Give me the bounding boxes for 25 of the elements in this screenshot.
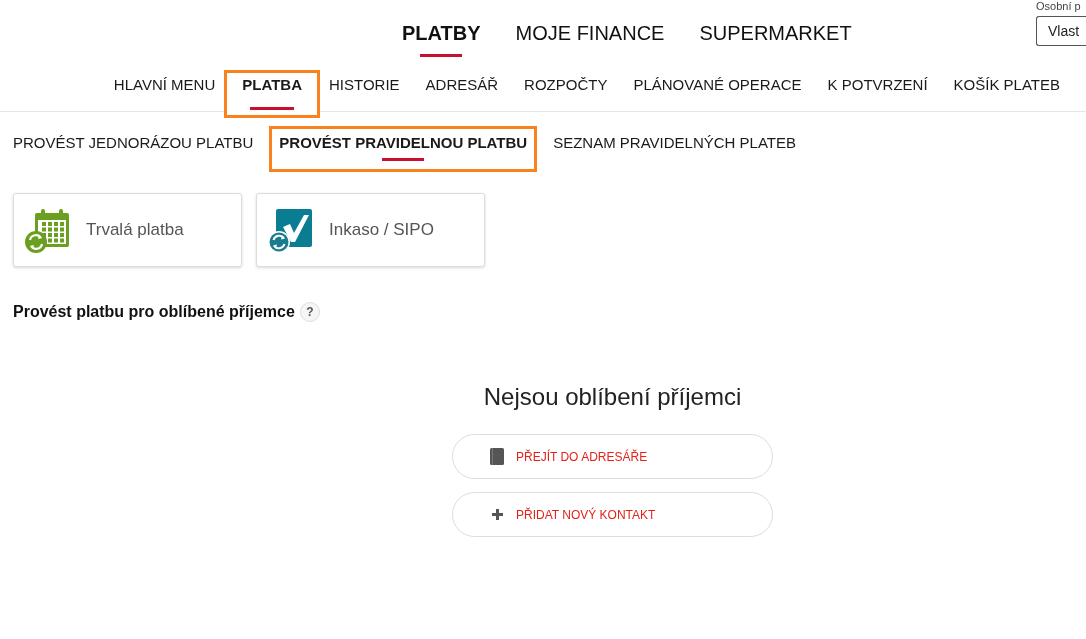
action-button[interactable]: PŘEJÍT DO ADRESÁŘE [452, 434, 773, 479]
section-tab[interactable]: SEZNAM PRAVIDELNÝCH PLATEB [540, 126, 809, 172]
book-icon [490, 448, 504, 465]
payment-type-card[interactable]: Inkaso / SIPO [256, 193, 485, 267]
nav-tab[interactable]: K POTVRZENÍ [814, 70, 941, 118]
main-nav-tab[interactable]: MOJE FINANCE [515, 21, 665, 57]
main-nav-tab[interactable]: PLATBY [402, 21, 481, 57]
plus-icon [491, 509, 503, 520]
action-button[interactable]: PŘIDAT NOVÝ KONTAKT [452, 492, 773, 537]
section-heading: Provést platbu pro oblíbené příjemce [13, 302, 295, 322]
nav-tab[interactable]: KOŠÍK PLATEB [940, 70, 1073, 118]
nav-tab[interactable]: ADRESÁŘ [412, 70, 512, 118]
payment-type-card[interactable]: Trvalá platba [13, 193, 242, 267]
checkmark-sync-icon [268, 207, 314, 253]
section-tab[interactable]: PROVÉST PRAVIDELNOU PLATBU [269, 126, 538, 172]
empty-message: Nejsou oblíbení příjemci [483, 382, 742, 412]
account-label: Osobní p [1036, 0, 1081, 12]
main-nav-tab[interactable]: SUPERMARKET [699, 21, 852, 57]
section-tab[interactable]: PROVÉST JEDNORÁZOU PLATBU [0, 126, 267, 172]
help-button[interactable]: ? [299, 302, 320, 322]
account-button[interactable]: Vlast [1036, 16, 1086, 46]
nav-tab[interactable]: PLÁNOVANÉ OPERACE [620, 70, 815, 118]
nav-tab[interactable]: ROZPOČTY [511, 70, 621, 118]
calendar-sync-icon [25, 207, 71, 253]
nav-tab[interactable]: PLATBA [224, 70, 320, 118]
